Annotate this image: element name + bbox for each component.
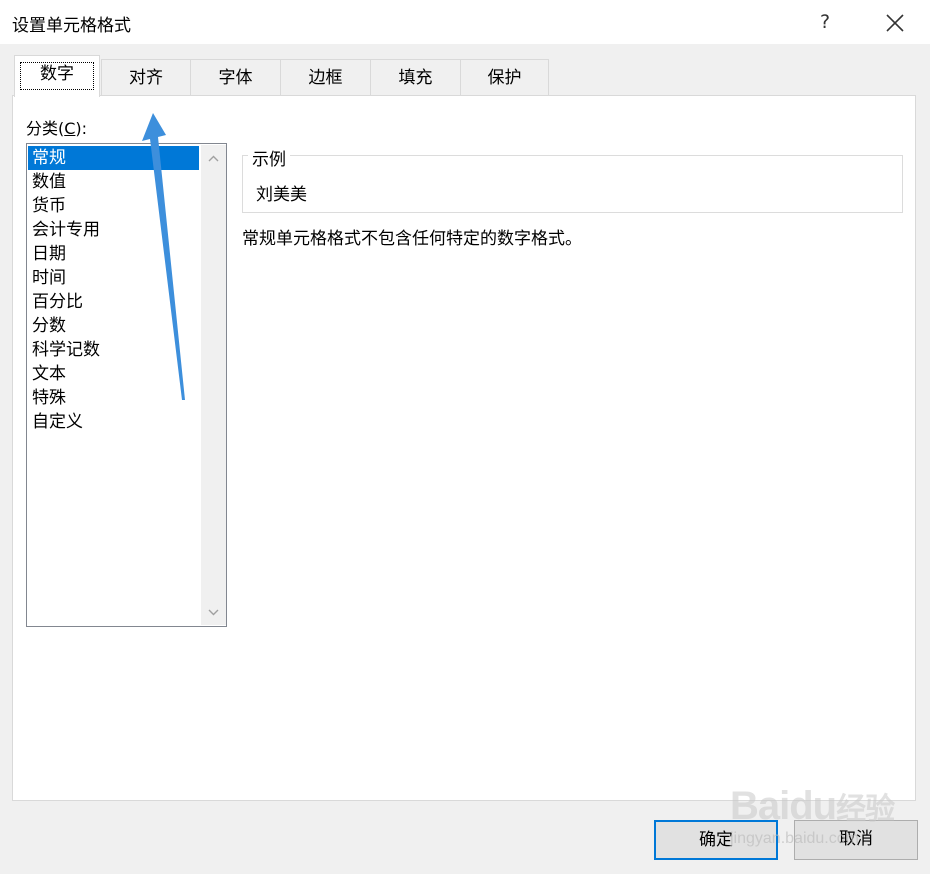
ok-button[interactable]: 确定 (654, 820, 778, 860)
sample-legend: 示例 (248, 145, 290, 170)
scroll-up-button[interactable] (201, 147, 226, 171)
close-icon (886, 14, 904, 32)
category-label-key: C (64, 119, 76, 138)
scroll-down-button[interactable] (201, 601, 226, 625)
annotation-arrow-icon (142, 113, 185, 400)
dialog-title: 设置单元格格式 (12, 16, 131, 36)
tab-label: 字体 (218, 68, 253, 88)
tab-border[interactable]: 边框 (280, 59, 371, 96)
chevron-up-icon (208, 155, 219, 162)
format-description: 常规单元格格式不包含任何特定的数字格式。 (242, 229, 582, 249)
sample-group (242, 155, 903, 213)
chevron-down-icon (208, 609, 219, 616)
tab-label: 对齐 (129, 68, 163, 88)
tab-font[interactable]: 字体 (190, 59, 281, 96)
tab-label: 边框 (308, 68, 343, 88)
category-label-suffix: ): (75, 119, 88, 138)
cancel-button[interactable]: 取消 (794, 820, 918, 860)
tab-number[interactable]: 数字 (14, 55, 100, 97)
category-label-prefix: 分类( (26, 119, 65, 138)
tab-label: 保护 (487, 68, 522, 88)
title-bar: 设置单元格格式 ? (0, 0, 930, 44)
sample-value: 刘美美 (256, 185, 307, 205)
tab-label: 数字 (40, 64, 74, 84)
tab-fill[interactable]: 填充 (370, 59, 461, 96)
category-item-custom[interactable]: 自定义 (28, 410, 199, 434)
tab-protection[interactable]: 保护 (460, 59, 549, 96)
tab-alignment[interactable]: 对齐 (101, 59, 191, 96)
vertical-scrollbar[interactable] (201, 145, 226, 625)
tab-label: 填充 (398, 68, 433, 88)
help-button[interactable]: ? (806, 4, 844, 40)
category-label: 分类(C): (26, 115, 87, 139)
close-button[interactable] (868, 4, 920, 40)
